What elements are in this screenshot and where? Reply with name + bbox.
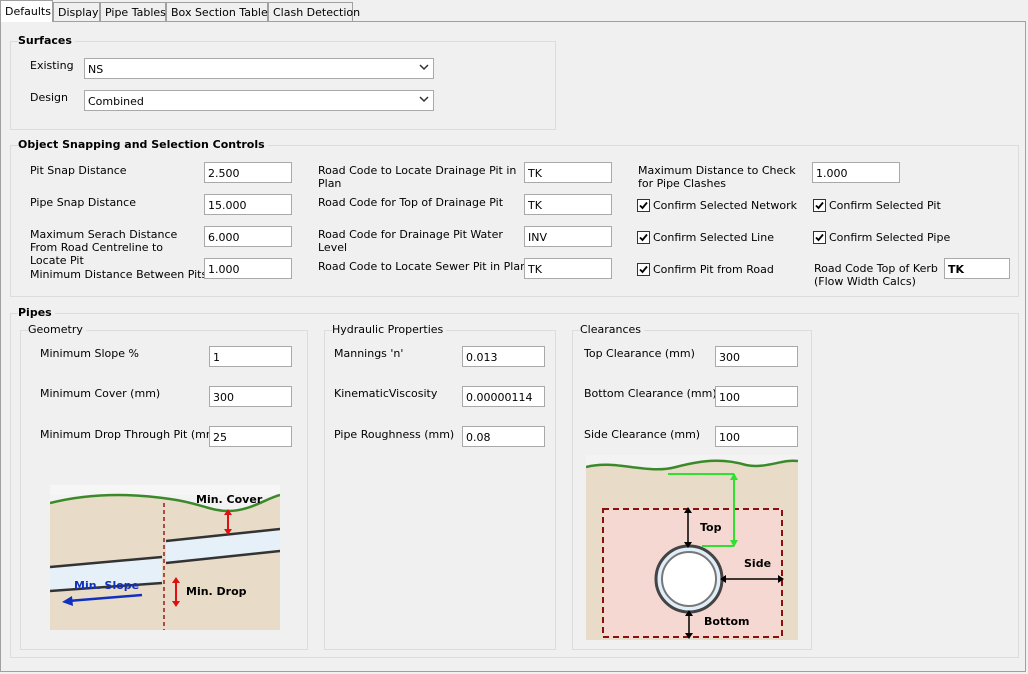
existing-label: Existing [30, 59, 74, 72]
confirm-pit-label: Confirm Selected Pit [829, 199, 941, 212]
bottom-caption: Bottom [704, 615, 750, 628]
rc-locate-label: Road Code to Locate Drainage Pit in Plan [318, 164, 517, 190]
check-icon [639, 265, 648, 274]
bottom-clearance-input[interactable]: 100 [715, 386, 798, 407]
rc-top-input[interactable]: TK [524, 194, 612, 215]
snapping-title: Object Snapping and Selection Controls [18, 138, 268, 151]
roughness-input[interactable]: 0.08 [462, 426, 545, 447]
design-surface-value: Combined [88, 95, 144, 108]
min-drop-caption: Min. Drop [186, 585, 247, 598]
min-drop-label: Minimum Drop Through Pit (mm) [40, 428, 221, 441]
rc-water-label: Road Code for Drainage Pit Water Level [318, 228, 503, 254]
confirm-network-checkbox[interactable] [637, 199, 650, 212]
max-clash-label: Maximum Distance to Check for Pipe Clash… [638, 164, 796, 190]
confirm-network-label: Confirm Selected Network [653, 199, 797, 212]
surfaces-group [10, 41, 556, 130]
check-icon [815, 233, 824, 242]
pipe-snap-label: Pipe Snap Distance [30, 196, 136, 209]
pipe-geometry-diagram [50, 485, 280, 630]
rc-locate-input[interactable]: TK [524, 162, 612, 183]
min-slope-label: Minimum Slope % [40, 347, 139, 360]
geometry-illustration: Min. Cover Min. Slope Min. Drop [50, 485, 280, 630]
side-clearance-label: Side Clearance (mm) [584, 428, 701, 441]
min-cover-caption: Min. Cover [196, 493, 263, 506]
min-slope-input[interactable]: 1 [209, 346, 292, 367]
kerb-label: Road Code Top of Kerb (Flow Width Calcs) [814, 262, 938, 288]
confirm-pit-road-label: Confirm Pit from Road [653, 263, 774, 276]
chevron-down-icon [419, 96, 429, 103]
check-icon [639, 233, 648, 242]
existing-surface-select[interactable]: NS [84, 58, 434, 79]
roughness-label: Pipe Roughness (mm) [334, 428, 455, 441]
hydraulic-title: Hydraulic Properties [332, 323, 447, 336]
confirm-line-label: Confirm Selected Line [653, 231, 774, 244]
max-clash-input[interactable]: 1.000 [812, 162, 900, 183]
pipes-title: Pipes [18, 306, 55, 319]
top-caption: Top [700, 521, 722, 534]
rc-sewer-input[interactable]: TK [524, 258, 612, 279]
min-drop-input[interactable]: 25 [209, 426, 292, 447]
clearances-illustration: Top Side Bottom [586, 455, 798, 640]
side-caption: Side [744, 557, 772, 570]
panel-content: Surfaces Existing NS Design Combined Obj… [0, 0, 1028, 674]
hydraulic-group [324, 330, 556, 650]
check-icon [639, 201, 648, 210]
side-clearance-input[interactable]: 100 [715, 426, 798, 447]
kinematic-label: KinematicViscosity [334, 387, 438, 400]
pipe-clearance-diagram [586, 455, 798, 640]
mannings-input[interactable]: 0.013 [462, 346, 545, 367]
pit-snap-input[interactable]: 2.500 [204, 162, 292, 183]
pit-snap-label: Pit Snap Distance [30, 164, 127, 177]
top-clearance-label: Top Clearance (mm) [584, 347, 695, 360]
rc-water-input[interactable]: INV [524, 226, 612, 247]
pipe-snap-input[interactable]: 15.000 [204, 194, 292, 215]
existing-surface-value: NS [88, 63, 104, 76]
check-icon [815, 201, 824, 210]
max-search-input[interactable]: 6.000 [204, 226, 292, 247]
chevron-down-icon [419, 64, 429, 71]
surfaces-title: Surfaces [18, 34, 75, 47]
kinematic-input[interactable]: 0.00000114 [462, 386, 545, 407]
kerb-input[interactable]: TK [944, 258, 1010, 279]
top-clearance-input[interactable]: 300 [715, 346, 798, 367]
geometry-title: Geometry [28, 323, 86, 336]
min-distance-input[interactable]: 1.000 [204, 258, 292, 279]
clearances-title: Clearances [580, 323, 645, 336]
design-label: Design [30, 91, 68, 104]
bottom-clearance-label: Bottom Clearance (mm) [584, 387, 717, 400]
mannings-label: Mannings 'n' [334, 347, 404, 360]
confirm-line-checkbox[interactable] [637, 231, 650, 244]
confirm-pit-checkbox[interactable] [813, 199, 826, 212]
rc-top-label: Road Code for Top of Drainage Pit [318, 196, 504, 209]
min-slope-caption: Min. Slope [74, 579, 140, 592]
min-cover-input[interactable]: 300 [209, 386, 292, 407]
rc-sewer-label: Road Code to Locate Sewer Pit in Plan [318, 260, 528, 273]
design-surface-select[interactable]: Combined [84, 90, 434, 111]
min-cover-label: Minimum Cover (mm) [40, 387, 161, 400]
min-distance-label: Minimum Distance Between Pits [30, 268, 208, 281]
confirm-pipe-label: Confirm Selected Pipe [829, 231, 951, 244]
max-search-label: Maximum Serach Distance From Road Centre… [30, 228, 178, 267]
confirm-pit-road-checkbox[interactable] [637, 263, 650, 276]
confirm-pipe-checkbox[interactable] [813, 231, 826, 244]
